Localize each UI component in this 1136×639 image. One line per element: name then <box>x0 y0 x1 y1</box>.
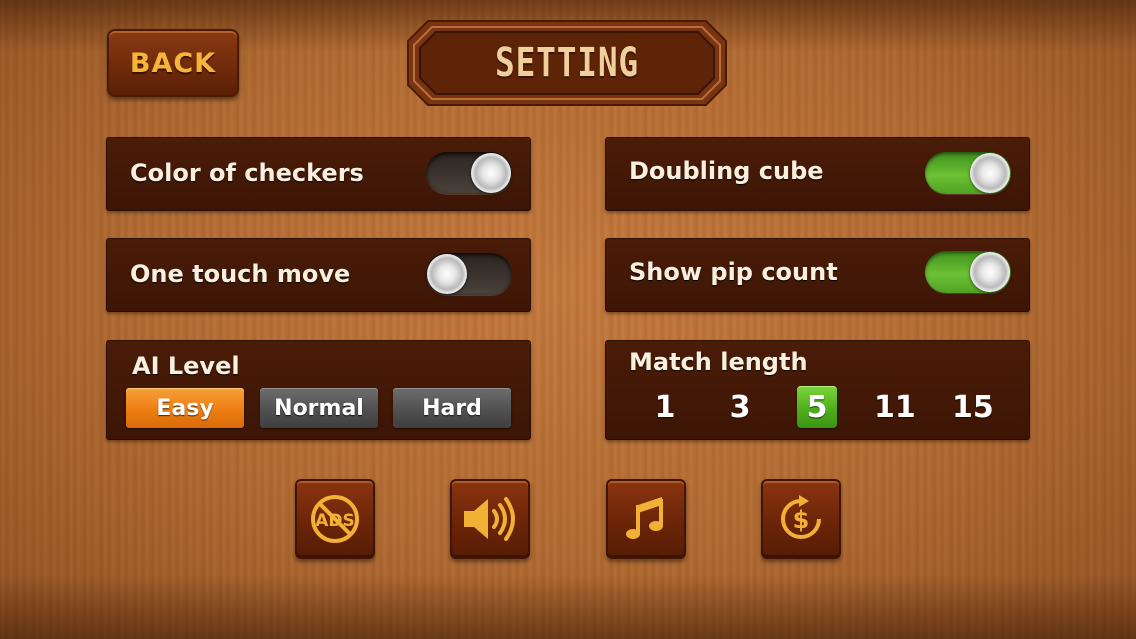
match-length-option-1[interactable]: 1 <box>645 386 685 428</box>
music-icon <box>626 497 663 539</box>
ai-level-normal-button[interactable]: Normal <box>260 388 378 428</box>
show-pip-count-toggle[interactable] <box>925 251 1011 293</box>
doubling-cube-toggle[interactable] <box>925 152 1011 194</box>
match-length-option-5[interactable]: 5 <box>797 386 837 428</box>
back-button[interactable]: BACK <box>107 29 239 97</box>
color-of-checkers-label: Color of checkers <box>130 159 364 187</box>
page-title: SETTING <box>495 40 639 86</box>
svg-text:$: $ <box>793 506 810 534</box>
sound-button[interactable] <box>450 479 530 559</box>
no-ads-icon: ADS <box>311 495 359 543</box>
toggle-knob <box>427 254 467 294</box>
color-of-checkers-toggle[interactable] <box>426 152 512 194</box>
one-touch-move-panel: One touch move <box>106 238 531 312</box>
color-of-checkers-panel: Color of checkers <box>106 137 531 211</box>
show-pip-count-label: Show pip count <box>629 258 838 286</box>
one-touch-move-toggle[interactable] <box>426 253 512 295</box>
restore-purchase-icon: $ <box>781 495 821 539</box>
toggle-knob <box>970 153 1010 193</box>
doubling-cube-panel: Doubling cube <box>605 137 1030 211</box>
title-plaque: SETTING <box>406 19 728 107</box>
doubling-cube-label: Doubling cube <box>629 157 824 185</box>
no-ads-button[interactable]: ADS <box>295 479 375 559</box>
music-button[interactable] <box>606 479 686 559</box>
match-length-option-15[interactable]: 15 <box>952 386 994 428</box>
sound-icon <box>464 497 515 541</box>
ai-level-label: AI Level <box>132 352 240 380</box>
toggle-knob <box>970 252 1010 292</box>
one-touch-move-label: One touch move <box>130 260 351 288</box>
match-length-label: Match length <box>629 348 808 376</box>
ai-level-hard-button[interactable]: Hard <box>393 388 511 428</box>
ai-level-easy-button[interactable]: Easy <box>126 388 244 428</box>
restore-purchase-button[interactable]: $ <box>761 479 841 559</box>
match-length-option-3[interactable]: 3 <box>720 386 760 428</box>
ai-level-panel: AI Level Easy Normal Hard <box>106 340 531 440</box>
show-pip-count-panel: Show pip count <box>605 238 1030 312</box>
toggle-knob <box>471 153 511 193</box>
match-length-option-11[interactable]: 11 <box>874 386 916 428</box>
